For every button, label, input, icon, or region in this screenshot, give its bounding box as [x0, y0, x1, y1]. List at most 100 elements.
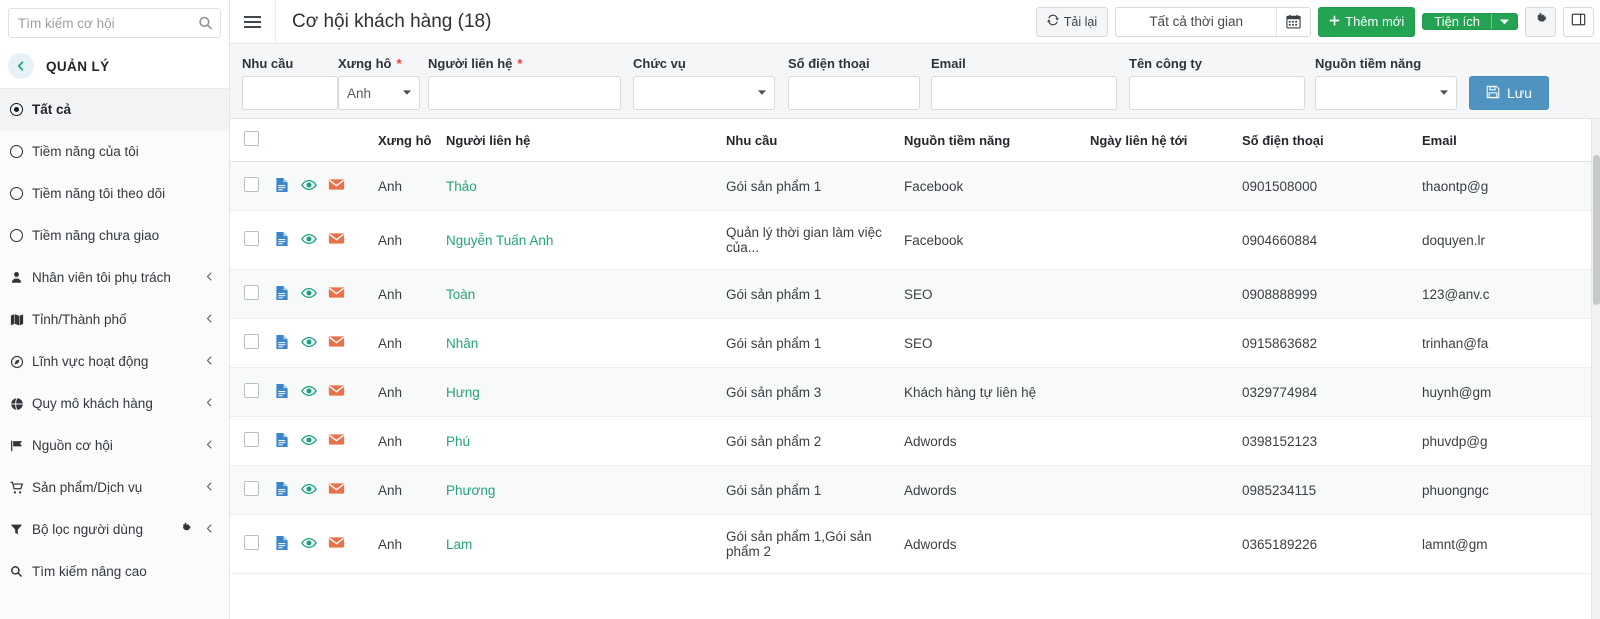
document-icon[interactable] [274, 383, 290, 402]
contact-link[interactable]: Phú [446, 434, 470, 449]
table-row[interactable]: Anh Lam Gói sản phẩm 1,Gói sản phẩm 2 Ad… [230, 514, 1600, 574]
row-checkbox[interactable] [244, 432, 259, 447]
contact-link[interactable]: Toàn [446, 287, 475, 302]
cell-nguoi-lien-he[interactable]: Hưng [446, 367, 726, 417]
sidebar-item-tiem-nang-toi-theo-doi[interactable]: Tiềm năng tôi theo dõi [0, 173, 229, 215]
mail-icon[interactable] [328, 431, 345, 451]
cell-nguoi-lien-he[interactable]: Toàn [446, 269, 726, 319]
eye-icon[interactable] [301, 481, 317, 500]
column-header-ngay-lien-he-toi[interactable]: Ngày liên hệ tới [1090, 119, 1242, 162]
vertical-scrollbar[interactable] [1591, 119, 1600, 619]
table-row[interactable]: Anh Toàn Gói sản phẩm 1 SEO 0908888999 1… [230, 269, 1600, 319]
table-row[interactable]: Anh Nhân Gói sản phẩm 1 SEO 0915863682 t… [230, 318, 1600, 368]
save-button[interactable]: Lưu [1469, 76, 1549, 110]
table-row[interactable]: Anh Phương Gói sản phẩm 1 Adwords 098523… [230, 465, 1600, 515]
document-icon[interactable] [274, 231, 290, 250]
hamburger-icon[interactable] [230, 0, 276, 44]
row-checkbox[interactable] [244, 231, 259, 246]
ten-cong-ty-input[interactable] [1129, 76, 1305, 110]
contact-link[interactable]: Nguyễn Tuấn Anh [446, 233, 553, 248]
xung-ho-select[interactable]: Anh [338, 76, 420, 110]
sidebar-search-box[interactable] [8, 8, 221, 38]
sidebar-item-nhan-vien-toi-phu-trach[interactable]: Nhân viên tôi phụ trách [0, 257, 229, 299]
document-icon[interactable] [274, 334, 290, 353]
sidebar-item-bo-loc-nguoi-dung[interactable]: Bộ lọc người dùng [0, 509, 229, 551]
document-icon[interactable] [274, 285, 290, 304]
reload-button[interactable]: Tải lại [1035, 6, 1109, 37]
mail-icon[interactable] [328, 480, 345, 500]
mail-icon[interactable] [328, 382, 345, 402]
nguon-tiem-nang-select[interactable] [1315, 76, 1457, 110]
sidebar-item-linh-vuc-hoat-dong[interactable]: Lĩnh vực hoạt động [0, 341, 229, 383]
row-checkbox[interactable] [244, 535, 259, 550]
nhu-cau-input[interactable] [242, 76, 338, 110]
so-dien-thoai-input[interactable] [788, 76, 920, 110]
sidebar-item-tinh-thanh-pho[interactable]: Tỉnh/Thành phố [0, 299, 229, 341]
eye-icon[interactable] [301, 535, 317, 554]
eye-icon[interactable] [301, 383, 317, 402]
document-icon[interactable] [274, 432, 290, 451]
cell-nguoi-lien-he[interactable]: Nhân [446, 318, 726, 368]
column-header-nguon-tiem-nang[interactable]: Nguồn tiềm năng [904, 119, 1090, 162]
cell-nguoi-lien-he[interactable]: Nguyễn Tuấn Anh [446, 210, 726, 270]
search-input[interactable] [9, 9, 221, 37]
contact-link[interactable]: Lam [446, 537, 472, 552]
cell-nguoi-lien-he[interactable]: Thảo [446, 161, 726, 211]
eye-icon[interactable] [301, 177, 317, 196]
eye-icon[interactable] [301, 231, 317, 250]
contact-link[interactable]: Thảo [446, 179, 477, 194]
table-row[interactable]: Anh Hưng Gói sản phẩm 3 Khách hàng tự li… [230, 367, 1600, 417]
cell-nguoi-lien-he[interactable]: Lam [446, 514, 726, 574]
sidebar-item-nguon-co-hoi[interactable]: Nguồn cơ hội [0, 425, 229, 467]
column-header-nguoi-lien-he[interactable]: Người liên hệ [446, 119, 726, 162]
eye-icon[interactable] [301, 432, 317, 451]
contact-link[interactable]: Nhân [446, 336, 478, 351]
eye-icon[interactable] [301, 285, 317, 304]
row-checkbox[interactable] [244, 285, 259, 300]
sidebar-item-tat-ca[interactable]: Tất cả [0, 89, 229, 131]
sidebar-item-tim-kiem-nang-cao[interactable]: Tìm kiếm nâng cao [0, 551, 229, 593]
row-checkbox[interactable] [244, 481, 259, 496]
cell-nguoi-lien-he[interactable]: Phương [446, 465, 726, 515]
scrollbar-thumb[interactable] [1593, 155, 1600, 305]
utility-dropdown-button[interactable]: Tiện ích [1422, 13, 1518, 30]
column-header-so-dien-thoai[interactable]: Số điện thoại [1242, 119, 1422, 162]
daterange-picker[interactable]: Tất cả thời gian [1115, 6, 1312, 37]
sidebar-item-tiem-nang-cua-toi[interactable]: Tiềm năng của tôi [0, 131, 229, 173]
columns-button[interactable] [1563, 6, 1594, 37]
management-header[interactable]: QUẢN LÝ [0, 44, 229, 89]
chevron-down-icon[interactable] [1491, 14, 1517, 29]
nguoi-lien-he-input[interactable] [428, 76, 621, 110]
select-all-checkbox[interactable] [244, 131, 259, 146]
settings-button[interactable] [1525, 6, 1556, 37]
mail-icon[interactable] [328, 230, 345, 250]
row-checkbox[interactable] [244, 383, 259, 398]
chevron-left-icon[interactable] [8, 53, 34, 79]
table-row[interactable]: Anh Thảo Gói sản phẩm 1 Facebook 0901508… [230, 161, 1600, 211]
sidebar-item-tiem-nang-chua-giao[interactable]: Tiềm năng chưa giao [0, 215, 229, 257]
contact-link[interactable]: Phương [446, 483, 495, 498]
contact-link[interactable]: Hưng [446, 385, 480, 400]
table-row[interactable]: Anh Phú Gói sản phẩm 2 Adwords 039815212… [230, 416, 1600, 466]
row-checkbox[interactable] [244, 177, 259, 192]
sidebar-item-san-pham-dich-vu[interactable]: Sản phẩm/Dịch vụ [0, 467, 229, 509]
document-icon[interactable] [274, 481, 290, 500]
add-new-button[interactable]: Thêm mới [1318, 6, 1416, 37]
mail-icon[interactable] [328, 333, 345, 353]
document-icon[interactable] [274, 177, 290, 196]
gear-icon[interactable] [180, 522, 192, 537]
cell-nguoi-lien-he[interactable]: Phú [446, 416, 726, 466]
chuc-vu-select[interactable] [633, 76, 775, 110]
column-header-email[interactable]: Email [1422, 119, 1600, 162]
document-icon[interactable] [274, 535, 290, 554]
email-input[interactable] [931, 76, 1117, 110]
mail-icon[interactable] [328, 534, 345, 554]
mail-icon[interactable] [328, 284, 345, 304]
column-header-nhu-cau[interactable]: Nhu cầu [726, 119, 904, 162]
column-header-xung-ho[interactable]: Xưng hô [378, 119, 446, 162]
mail-icon[interactable] [328, 176, 345, 196]
calendar-icon[interactable] [1276, 7, 1311, 36]
row-checkbox[interactable] [244, 334, 259, 349]
table-row[interactable]: Anh Nguyễn Tuấn Anh Quản lý thời gian là… [230, 210, 1600, 270]
eye-icon[interactable] [301, 334, 317, 353]
